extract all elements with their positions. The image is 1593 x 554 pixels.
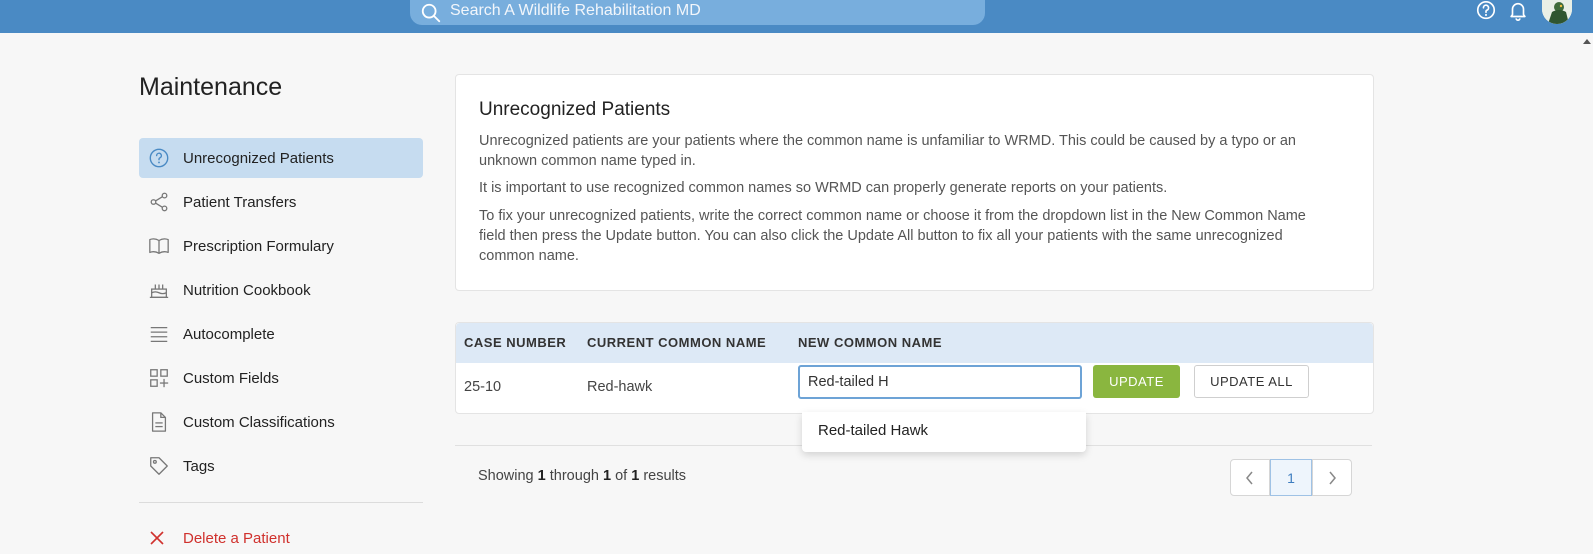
bell-icon[interactable]: [1507, 0, 1529, 22]
sidebar-item-label: Custom Fields: [183, 369, 279, 387]
common-name-suggestions: Red-tailed Hawk: [802, 412, 1086, 452]
page-button-current[interactable]: 1: [1270, 459, 1312, 496]
tag-icon: [150, 457, 168, 475]
results-total: 1: [631, 468, 640, 484]
pagination: 1: [1230, 459, 1352, 496]
table-header: CASE NUMBER CURRENT COMMON NAME NEW COMM…: [456, 323, 1373, 363]
avatar-image: [1542, 0, 1572, 24]
grid-plus-icon: [150, 369, 169, 388]
case-number-cell: 25-10: [464, 379, 502, 395]
results-summary: Showing 1 through 1 of 1 results: [478, 468, 686, 484]
sidebar-item-prescription-formulary[interactable]: Prescription Formulary: [139, 226, 423, 266]
delete-patient-label: Delete a Patient: [183, 530, 290, 547]
sidebar-item-unrecognized-patients[interactable]: Unrecognized Patients: [139, 138, 423, 178]
column-header-new-common-name: NEW COMMON NAME: [798, 335, 942, 350]
chevron-right-icon: [1329, 471, 1336, 484]
column-header-current-common-name: CURRENT COMMON NAME: [587, 335, 767, 350]
sidebar-item-autocomplete[interactable]: Autocomplete: [139, 314, 423, 354]
cake-icon: [149, 284, 169, 298]
new-common-name-input[interactable]: [798, 365, 1082, 399]
results-to: 1: [602, 468, 612, 484]
results-through-text: through: [549, 468, 599, 484]
unrecognized-patients-table: CASE NUMBER CURRENT COMMON NAME NEW COMM…: [455, 322, 1374, 414]
sidebar-item-label: Tags: [183, 457, 215, 475]
update-button[interactable]: UPDATE: [1093, 365, 1180, 398]
question-circle-icon: [149, 148, 169, 168]
current-common-name-cell: Red-hawk: [587, 379, 653, 395]
sidebar-item-label: Autocomplete: [183, 325, 275, 343]
sidebar-item-label: Nutrition Cookbook: [183, 281, 311, 299]
suggestion-option[interactable]: Red-tailed Hawk: [818, 422, 928, 439]
search-icon: [421, 3, 441, 23]
next-page-button[interactable]: [1312, 459, 1352, 496]
previous-page-button[interactable]: [1230, 459, 1270, 496]
sidebar-item-custom-classifications[interactable]: Custom Classifications: [139, 402, 423, 442]
sidebar-item-tags[interactable]: Tags: [139, 446, 423, 486]
sidebar-item-label: Custom Classifications: [183, 413, 335, 431]
card-paragraph-1: Unrecognized patients are your patients …: [479, 133, 1296, 169]
share-icon: [150, 192, 168, 212]
card-paragraph-3: To fix your unrecognized patients, write…: [479, 208, 1306, 264]
sidebar-item-custom-fields[interactable]: Custom Fields: [139, 358, 423, 398]
sidebar-item-patient-transfers[interactable]: Patient Transfers: [139, 182, 423, 222]
info-card: Unrecognized Patients Unrecognized patie…: [455, 74, 1374, 291]
scroll-up-arrow-icon[interactable]: [1582, 35, 1592, 47]
sidebar-nav: Unrecognized Patients Patient Transfers …: [139, 138, 423, 490]
lines-icon: [150, 326, 168, 342]
close-icon: [150, 531, 164, 545]
update-all-button[interactable]: UPDATE ALL: [1194, 365, 1309, 398]
results-from: 1: [537, 468, 546, 484]
chevron-left-icon: [1246, 471, 1253, 484]
sidebar-item-label: Unrecognized Patients: [183, 149, 334, 167]
results-showing-text: Showing: [478, 468, 534, 484]
search-input[interactable]: [450, 0, 970, 22]
sidebar-title: Maintenance: [139, 73, 283, 101]
sidebar-item-nutrition-cookbook[interactable]: Nutrition Cookbook: [139, 270, 423, 310]
document-icon: [151, 412, 167, 432]
sidebar-divider: [139, 502, 423, 503]
delete-patient-link[interactable]: Delete a Patient: [139, 520, 423, 554]
column-header-case-number: CASE NUMBER: [464, 335, 567, 350]
card-title: Unrecognized Patients: [479, 99, 671, 120]
sidebar-item-label: Prescription Formulary: [183, 237, 334, 255]
top-bar: [0, 0, 1593, 33]
card-paragraph-2: It is important to use recognized common…: [479, 180, 1168, 196]
results-label: results: [643, 468, 687, 484]
user-avatar[interactable]: [1542, 0, 1572, 24]
book-icon: [149, 238, 169, 254]
search-bar[interactable]: [410, 0, 985, 25]
help-icon[interactable]: [1475, 0, 1497, 22]
results-of-text: of: [615, 468, 628, 484]
sidebar-item-label: Patient Transfers: [183, 193, 297, 211]
